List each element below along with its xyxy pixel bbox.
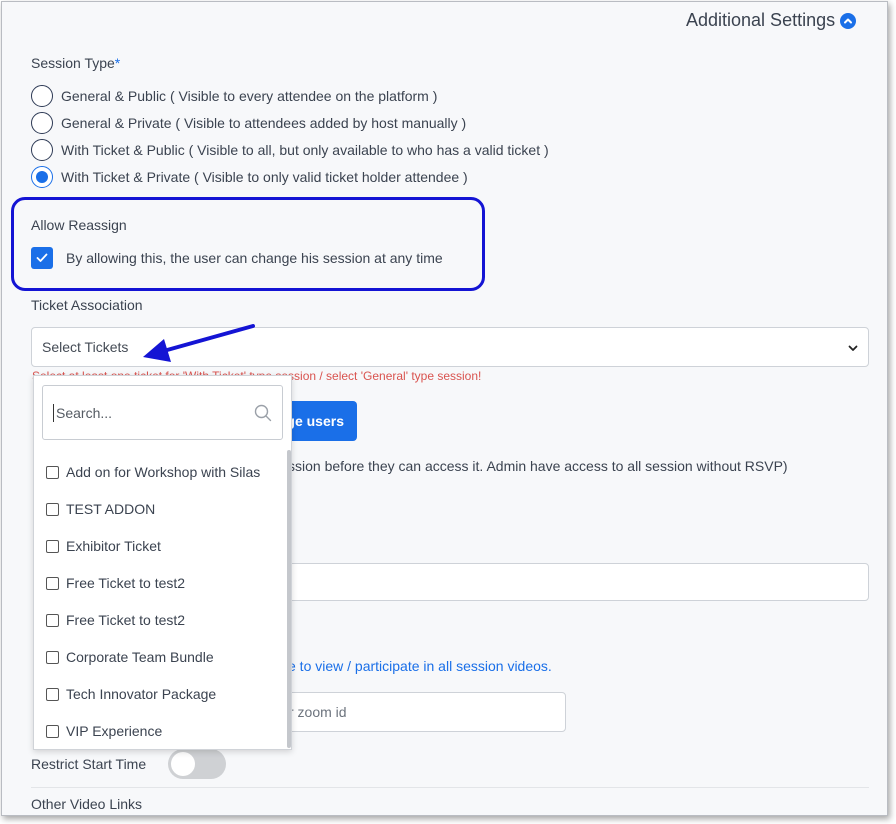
- settings-panel: Additional Settings Session Type* Genera…: [1, 1, 888, 816]
- annotation-arrow-icon: [143, 324, 255, 362]
